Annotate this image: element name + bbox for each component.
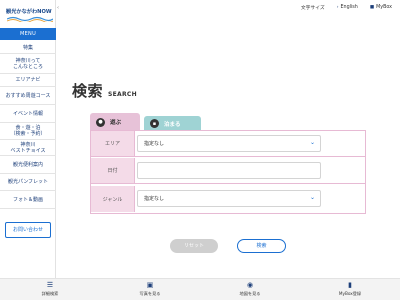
sidebar-item-courses[interactable]: おすすめ周遊コース	[0, 87, 56, 105]
bottom-item-label: 詳細検索	[41, 291, 59, 296]
bottom-item-mybox[interactable]: ▮ MyBox登録	[300, 279, 400, 300]
header-links: 文字サイズ › English ■ MyBox	[301, 3, 392, 11]
sidebar-item-label: 神奈川 ベストチョイス	[10, 141, 46, 154]
sidebar-item-pamphlet[interactable]: 観光パンフレット	[0, 174, 56, 191]
bottom-item-label: 写真を見る	[139, 291, 161, 296]
area-select[interactable]: 指定なし ⌄	[137, 135, 321, 152]
sidebar-item-guide[interactable]: 観光便利案内	[0, 156, 56, 174]
font-size-link[interactable]: 文字サイズ	[301, 4, 325, 11]
sidebar: 観光かながわNOW MENU 特集 神奈川って こんなところ エリアナビ おすす…	[0, 0, 56, 278]
bottom-item-label: 地図を見る	[239, 291, 261, 296]
date-label: 日付	[91, 158, 135, 183]
search-button[interactable]: 検索	[237, 239, 286, 253]
chevron-right-icon: ›	[336, 4, 339, 10]
list-icon: ☰	[46, 281, 54, 289]
page-title: 検索 SEARCH	[72, 80, 137, 101]
font-size-label: 文字サイズ	[300, 5, 325, 11]
page-title-en: SEARCH	[108, 91, 137, 98]
sidebar-item-label: 特集	[22, 44, 33, 51]
search-panel: エリア 指定なし ⌄ 日付 ジャンル 指定なし ⌄	[90, 130, 366, 214]
date-input[interactable]	[137, 162, 321, 179]
sidebar-item-label: おすすめ周遊コース	[5, 92, 51, 99]
logo-wave-icon	[7, 16, 53, 22]
logo[interactable]: 観光かながわNOW	[6, 6, 56, 24]
photo-icon: ▣	[146, 281, 154, 289]
sidebar-item-label: 食・遊・泊 （検索・予約）	[10, 125, 46, 137]
tab-play-label: 遊ぶ	[110, 120, 122, 126]
reset-button[interactable]: リセット	[170, 239, 218, 253]
genre-select[interactable]: 指定なし ⌄	[137, 190, 321, 207]
sidebar-nav: 特集 神奈川って こんなところ エリアナビ おすすめ周遊コース イベント情報 食…	[0, 42, 56, 209]
play-icon: ●	[96, 117, 105, 127]
area-label: エリア	[91, 131, 135, 156]
chevron-down-icon: ⌄	[310, 139, 316, 146]
area-select-value: 指定なし	[144, 141, 165, 147]
sidebar-item-events[interactable]: イベント情報	[0, 105, 56, 123]
menu-button[interactable]: MENU	[0, 28, 56, 40]
chevron-down-icon: ⌄	[310, 194, 316, 201]
map-pin-icon: ◉	[246, 281, 254, 289]
bookmark-icon: ■	[369, 4, 375, 10]
page-title-jp: 検索	[72, 82, 104, 100]
hotel-icon: ▪	[150, 119, 159, 128]
tab-play[interactable]: ● 遊ぶ	[90, 113, 140, 131]
genre-label: ジャンル	[91, 186, 135, 212]
sidebar-item-label: イベント情報	[12, 110, 43, 117]
bottom-item-photos[interactable]: ▣ 写真を見る	[100, 279, 200, 300]
english-link[interactable]: › English	[337, 5, 358, 10]
collapse-icon[interactable]: ‹	[57, 5, 62, 11]
logo-text: 観光かながわNOW	[6, 9, 52, 15]
sidebar-item-label: フォト＆動画	[12, 196, 43, 203]
bottom-item-detail-search[interactable]: ☰ 詳細検索	[0, 279, 100, 300]
tab-stay[interactable]: ▪ 泊まる	[144, 116, 201, 131]
sidebar-item-label: 観光パンフレット	[7, 179, 49, 185]
sidebar-item-label: 観光便利案内	[12, 161, 43, 168]
genre-select-value: 指定なし	[144, 196, 165, 202]
date-row: 日付	[91, 158, 365, 184]
sidebar-item-area-navi[interactable]: エリアナビ	[0, 74, 56, 87]
mybox-label: MyBox	[376, 4, 392, 10]
english-label: English	[340, 4, 358, 10]
bottom-bar: ☰ 詳細検索 ▣ 写真を見る ◉ 地図を見る ▮ MyBox登録	[0, 278, 400, 300]
sidebar-item-label: エリアナビ	[15, 77, 41, 83]
area-row: エリア 指定なし ⌄	[91, 131, 365, 157]
bookmark-icon: ▮	[348, 281, 352, 289]
sidebar-item-label: 神奈川って こんなところ	[12, 57, 43, 70]
sidebar-item-about[interactable]: 神奈川って こんなところ	[0, 54, 56, 74]
contact-button[interactable]: お問い合わせ	[5, 222, 51, 238]
genre-row: ジャンル 指定なし ⌄	[91, 186, 365, 212]
sidebar-item-feature[interactable]: 特集	[0, 42, 56, 54]
sidebar-item-photo-video[interactable]: フォト＆動画	[0, 191, 56, 209]
mybox-link[interactable]: ■ MyBox	[370, 5, 392, 10]
sidebar-item-best-choice[interactable]: 神奈川 ベストチョイス	[0, 140, 56, 156]
bottom-item-map[interactable]: ◉ 地図を見る	[200, 279, 300, 300]
sidebar-item-search-reserve[interactable]: 食・遊・泊 （検索・予約）	[0, 123, 56, 140]
bottom-item-label: MyBox登録	[338, 291, 362, 296]
tab-stay-label: 泊まる	[164, 121, 181, 128]
